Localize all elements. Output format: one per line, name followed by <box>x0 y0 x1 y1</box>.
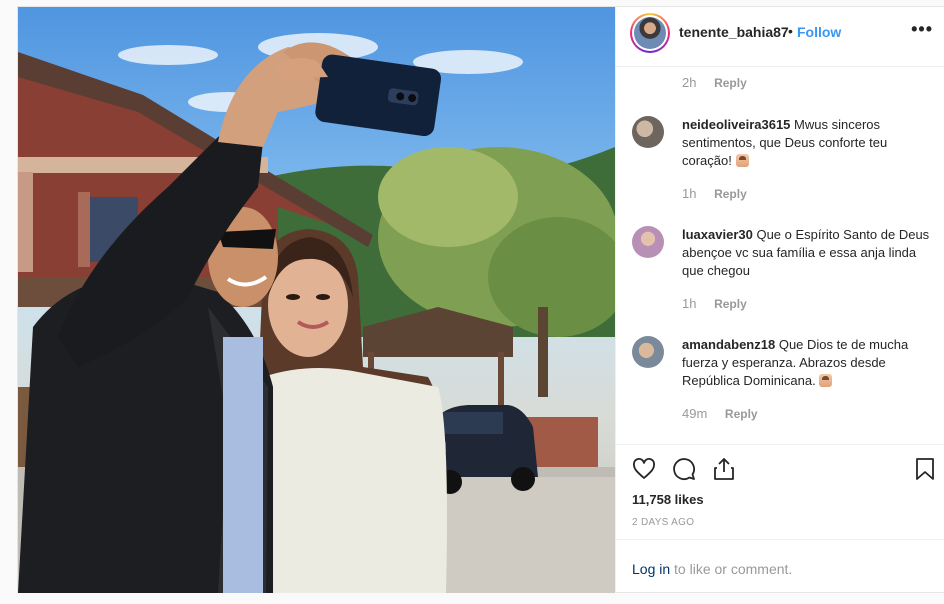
praying-hands-emoji-icon <box>735 154 749 167</box>
comment-time: 1h <box>682 186 697 201</box>
comment-meta: 49m Reply <box>682 406 758 421</box>
likes-count[interactable]: 11,758 likes <box>632 492 704 507</box>
commenter-avatar[interactable] <box>632 116 664 148</box>
commenter-avatar[interactable] <box>632 226 664 258</box>
praying-hands-emoji-icon <box>819 374 833 387</box>
login-prompt-text: to like or comment. <box>670 561 793 577</box>
post-date: 2 DAYS AGO <box>632 517 695 528</box>
comments-list[interactable]: 2h Reply neideoliveira3615 Mwus sinceros… <box>616 67 944 443</box>
comment-time: 1h <box>682 296 697 311</box>
comment-meta: 1h Reply <box>682 186 747 201</box>
post-photo[interactable] <box>18 7 615 593</box>
reply-button[interactable]: Reply <box>714 297 747 311</box>
author-username[interactable]: tenente_bahia87 <box>679 24 789 40</box>
follow-button[interactable]: Follow <box>797 24 841 40</box>
comment-time: 49m <box>682 406 708 421</box>
reply-button[interactable]: Reply <box>725 407 758 421</box>
post-actions: 11,758 likes 2 DAYS AGO Log in to like o… <box>616 444 944 594</box>
separator-dot: • <box>788 23 793 39</box>
reply-button[interactable]: Reply <box>714 187 747 201</box>
post-header: tenente_bahia87 • Follow ••• <box>616 7 944 67</box>
bookmark-icon[interactable] <box>914 457 936 486</box>
comment-meta: 1h Reply <box>682 296 747 311</box>
login-link[interactable]: Log in <box>632 561 670 577</box>
commenter-username[interactable]: amandabenz18 <box>682 337 775 352</box>
comment-time: 2h <box>682 75 697 90</box>
reply-button[interactable]: Reply <box>714 76 747 90</box>
comment-text: neideoliveira3615 Mwus sinceros sentimen… <box>682 116 932 170</box>
commenter-avatar[interactable] <box>632 336 664 368</box>
comment-bubble-icon[interactable] <box>672 457 696 486</box>
instagram-post: tenente_bahia87 • Follow ••• 2h Reply ne… <box>17 6 944 593</box>
heart-icon[interactable] <box>632 457 656 486</box>
share-icon[interactable] <box>712 457 736 486</box>
avatar-picture <box>634 17 666 49</box>
avatar-inner <box>632 15 668 51</box>
comment-text: amandabenz18 Que Dios te de mucha fuerza… <box>682 336 932 390</box>
login-prompt: Log in to like or comment. <box>616 539 944 595</box>
post-side-panel: tenente_bahia87 • Follow ••• 2h Reply ne… <box>615 7 944 593</box>
comment-text: luaxavier30 Que o Espírito Santo de Deus… <box>682 226 932 280</box>
commenter-username[interactable]: luaxavier30 <box>682 227 753 242</box>
comment-meta: 2h Reply <box>682 75 747 90</box>
commenter-username[interactable]: neideoliveira3615 <box>682 117 790 132</box>
author-avatar[interactable] <box>630 13 670 53</box>
more-options-icon[interactable]: ••• <box>911 19 933 40</box>
selfie-photo-illustration <box>18 33 615 593</box>
